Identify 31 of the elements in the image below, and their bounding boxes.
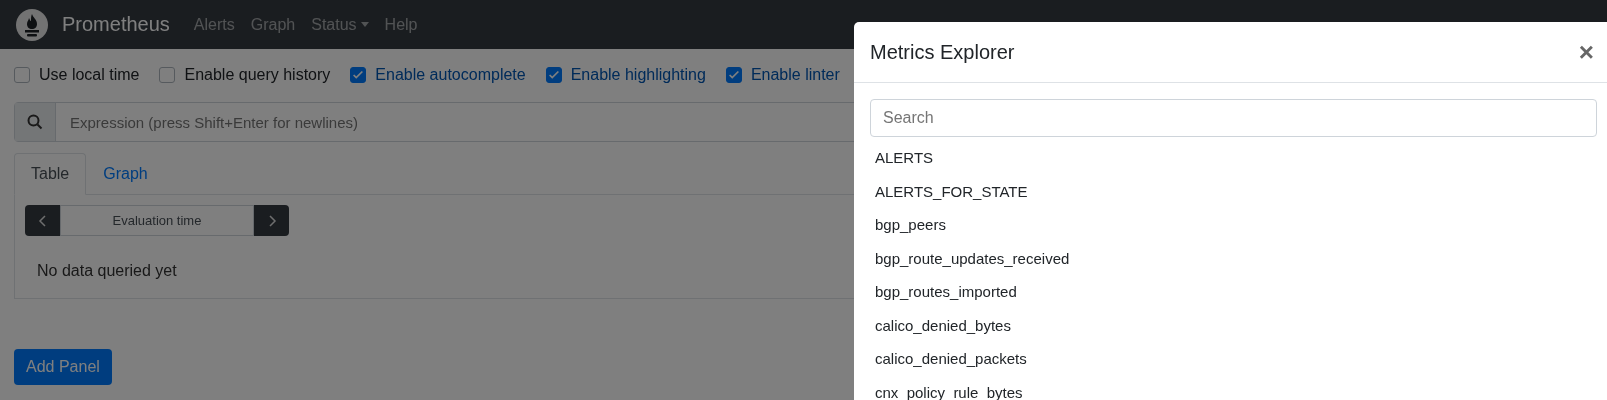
- metric-item[interactable]: bgp_route_updates_received: [870, 241, 1607, 275]
- checkbox[interactable]: [14, 67, 30, 83]
- checkbox[interactable]: [350, 67, 367, 83]
- empty-message: No data queried yet: [37, 262, 178, 280]
- brand-title[interactable]: Prometheus: [62, 13, 170, 36]
- checkbox-label: Use local time: [39, 66, 140, 84]
- evaluation-time-field[interactable]: Evaluation time: [60, 205, 254, 236]
- check-icon: [546, 68, 561, 82]
- previous-button[interactable]: [25, 205, 60, 236]
- flame-logo-icon: [16, 8, 48, 41]
- metric-item[interactable]: calico_denied_packets: [870, 342, 1607, 376]
- checkbox-label: Enable highlighting: [570, 66, 706, 84]
- metric-item[interactable]: ALERTS: [870, 141, 1607, 175]
- metric-item[interactable]: bgp_peers: [870, 208, 1607, 242]
- checkbox[interactable]: [725, 67, 742, 83]
- metric-item[interactable]: bgp_routes_imported: [870, 275, 1607, 309]
- checkbox[interactable]: [545, 67, 562, 83]
- close-button[interactable]: ×: [1578, 39, 1607, 65]
- check-icon: [351, 68, 366, 82]
- checkbox-label: Enable linter: [750, 66, 840, 84]
- dialog-title: Metrics Explorer: [870, 40, 1015, 64]
- tab[interactable]: Table: [14, 153, 87, 195]
- checkbox[interactable]: [159, 67, 176, 83]
- check-icon: [726, 68, 741, 82]
- checkbox-label: Enable autocomplete: [375, 66, 526, 84]
- metric-item[interactable]: calico_denied_bytes: [870, 308, 1607, 342]
- metric-item[interactable]: cnx_policy_rule_bytes: [870, 375, 1607, 400]
- metric-item[interactable]: ALERTS_FOR_STATE: [870, 174, 1607, 208]
- caret-icon: [360, 22, 369, 27]
- next-button[interactable]: [254, 205, 289, 236]
- checkbox-label: Enable query history: [184, 66, 331, 84]
